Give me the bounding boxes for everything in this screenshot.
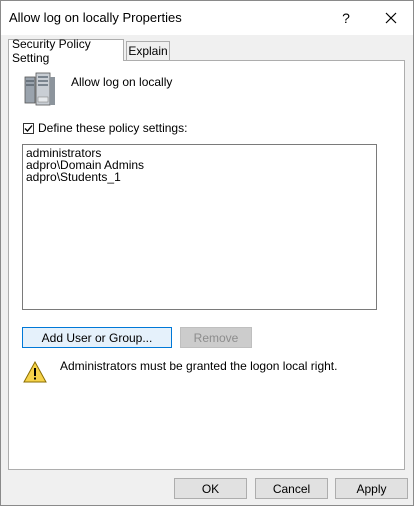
tab-label: Security Policy Setting xyxy=(12,36,91,65)
close-icon xyxy=(385,12,397,24)
window-title: Allow log on locally Properties xyxy=(9,10,182,25)
ok-button[interactable]: OK xyxy=(174,478,247,499)
tab-security-policy-setting[interactable]: Security Policy Setting xyxy=(8,37,124,65)
checkmark-icon xyxy=(24,124,33,132)
define-policy-label: Define these policy settings: xyxy=(38,121,188,135)
help-icon: ? xyxy=(342,10,350,26)
tab-explain[interactable]: Explain xyxy=(126,41,170,60)
close-button[interactable] xyxy=(369,1,413,35)
server-icon xyxy=(24,72,55,106)
warning-icon xyxy=(23,361,47,383)
remove-button[interactable]: Remove xyxy=(180,327,252,348)
policy-name: Allow log on locally xyxy=(71,75,173,89)
list-item[interactable]: adpro\Students_1 xyxy=(26,171,373,183)
title-bar: Allow log on locally Properties ? xyxy=(1,1,413,35)
properties-dialog: Allow log on locally Properties ? Securi… xyxy=(0,0,414,506)
help-button[interactable]: ? xyxy=(324,1,368,35)
security-policy-panel: Allow log on locally Define these policy… xyxy=(8,60,405,470)
define-policy-row[interactable]: Define these policy settings: xyxy=(23,121,187,135)
cancel-button[interactable]: Cancel xyxy=(255,478,328,499)
add-user-or-group-button[interactable]: Add User or Group... xyxy=(22,327,172,348)
define-policy-checkbox[interactable] xyxy=(23,122,34,134)
apply-button[interactable]: Apply xyxy=(335,478,408,499)
warning-message: Administrators must be granted the logon… xyxy=(60,359,338,373)
tab-label: Explain xyxy=(128,44,168,58)
accounts-listbox[interactable]: administrators adpro\Domain Admins adpro… xyxy=(22,144,377,310)
